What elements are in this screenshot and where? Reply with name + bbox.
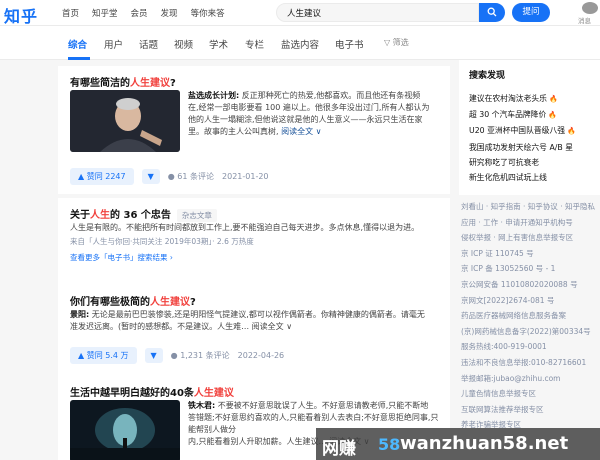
hot-search-item[interactable]: 新生化危机四试玩上线	[469, 170, 590, 185]
footer-link[interactable]: 药品医疗器械网络信息服务备案	[461, 308, 598, 324]
comments-link[interactable]: ● 1,231 条评论	[171, 350, 230, 361]
downvote-button[interactable]: ▼	[141, 169, 160, 184]
tab-videos[interactable]: 视频	[174, 37, 193, 51]
nav-zhihutang[interactable]: 知乎堂	[92, 7, 118, 19]
result-thumbnail[interactable]	[70, 90, 180, 152]
nav-waiting-answers[interactable]: 等你来答	[191, 7, 225, 19]
result-date: 2022-04-26	[237, 351, 285, 360]
hot-fire-icon: 🔥	[567, 127, 576, 136]
footer-link[interactable]: 应用 · 工作 · 申请开通知乎机构号	[461, 215, 598, 231]
top-nav: 首页 知乎堂 会员 发现 等你来答	[62, 7, 225, 19]
comments-link[interactable]: ● 61 条评论	[168, 171, 214, 182]
zhihu-logo[interactable]: 知乎	[4, 3, 38, 27]
footer-link[interactable]: 侵权举报 · 网上有害信息举报专区	[461, 230, 598, 246]
upvote-button[interactable]: ▲ 赞同 2247	[70, 168, 134, 185]
search-input[interactable]: 人生建议	[276, 3, 479, 22]
tab-academic[interactable]: 学术	[209, 37, 228, 51]
watermark-cn: 网赚	[322, 439, 356, 459]
site-footer-links: 刘看山 · 知乎指南 · 知乎协议 · 知乎隐私 应用 · 工作 · 申请开通知…	[459, 197, 600, 435]
filter-button[interactable]: ▽ 筛选	[384, 37, 409, 48]
hot-search-item[interactable]: 研究称吃了可抗衰老	[469, 155, 590, 170]
nav-discover[interactable]: 发现	[161, 7, 178, 19]
magazine-tag: 杂志文章	[176, 209, 217, 222]
footer-link[interactable]: 京网文[2022]2674-081 号	[461, 293, 598, 309]
result-source: 来自「人生与你回·共同关注 2019年03期」· 2.6 万热度	[70, 237, 254, 246]
filter-label: 筛选	[392, 38, 409, 47]
watermark-number: 58	[378, 435, 401, 454]
tab-all[interactable]: 综合	[68, 37, 87, 51]
result-excerpt: 景阳: 无论是最前巴巴装惨装,还是明阳怪气提建议,都可以视作偶箭者。你精神健康的…	[70, 310, 425, 331]
result-excerpt: 盐选成长计划: 反正那种死亡的热爱,他都喜欢。而且他还有条视频 在,经常一部电影…	[188, 91, 430, 136]
nav-vip[interactable]: 会员	[131, 7, 148, 19]
upvote-button[interactable]: ▲ 赞同 5.4 万	[70, 347, 137, 364]
read-more-link[interactable]: 阅读全文 ∨	[281, 127, 321, 136]
filter-icon: ▽	[384, 38, 393, 47]
ask-question-button[interactable]: 提问	[512, 3, 550, 22]
footer-link[interactable]: 违法和不良信息举报:010-82716601	[461, 355, 598, 371]
hot-search-item[interactable]: U20 亚洲杯中国队晋级八强 🔥	[469, 123, 590, 139]
result-actions: ▲ 赞同 5.4 万 ▼ ● 1,231 条评论 2022-04-26	[70, 347, 284, 364]
search-discover-title: 搜索发现	[469, 71, 506, 81]
nav-home[interactable]: 首页	[62, 7, 79, 19]
site-watermark: 网赚 58 wanzhuan58.net	[316, 428, 600, 460]
tab-users[interactable]: 用户	[104, 37, 123, 51]
messages-button[interactable]: 消息	[578, 2, 600, 25]
footer-link[interactable]: 服务热线:400-919-0001	[461, 339, 598, 355]
hot-search-item[interactable]: 超 30 个汽车品牌降价 🔥	[469, 107, 590, 123]
result-title[interactable]: 关于人生的 36 个忠告 杂志文章	[70, 206, 438, 222]
result-thumbnail[interactable]	[70, 400, 180, 460]
search-icon	[487, 7, 497, 17]
downvote-button[interactable]: ▼	[144, 348, 163, 363]
watermark-domain: wanzhuan58.net	[400, 433, 569, 454]
search-discover-panel: 搜索发现 建议在农村淘汰老头乐 🔥 超 30 个汽车品牌降价 🔥 U20 亚洲杯中国…	[459, 60, 600, 195]
result-title[interactable]: 生活中越早明白越好的40条人生建议	[70, 384, 438, 399]
result-date: 2021-01-20	[222, 172, 269, 181]
search-results: 有哪些简洁的人生建议? 盐选成长计划: 反正那种死亡的热爱,他都喜欢。而且他还有…	[58, 60, 450, 460]
result-actions: ▲ 赞同 2247 ▼ ● 61 条评论 2021-01-20	[70, 168, 269, 185]
result-title[interactable]: 有哪些简洁的人生建议?	[70, 74, 438, 89]
tab-columns[interactable]: 专栏	[245, 37, 264, 51]
footer-link[interactable]: 京公网安备 11010802020088 号	[461, 277, 598, 293]
sidebar: 搜索发现 建议在农村淘汰老头乐 🔥 超 30 个汽车品牌降价 🔥 U20 亚洲杯中国…	[459, 60, 600, 460]
hot-fire-icon: 🔥	[548, 95, 558, 103]
footer-link[interactable]: 京 ICP 备 13052560 号 - 1	[461, 261, 598, 277]
avatar-caption: 消息	[578, 17, 591, 25]
search-tabs: 综合 用户 话题 视频 学术 专栏 盐选内容 电子书 ▽ 筛选	[0, 26, 600, 60]
result-title[interactable]: 你们有哪些极简的人生建议?	[70, 293, 438, 308]
hot-search-item[interactable]: 我国成功发射天绘六号 A/B 星	[469, 140, 590, 155]
avatar	[582, 2, 598, 14]
hot-fire-icon: 🔥	[548, 111, 557, 120]
tab-ebooks[interactable]: 电子书	[335, 37, 364, 51]
footer-link[interactable]: (京)网药械信息备字(2022)第00334号	[461, 324, 598, 340]
tab-topics[interactable]: 话题	[139, 37, 158, 51]
tab-salt-content[interactable]: 盐选内容	[281, 37, 319, 51]
hot-search-item[interactable]: 建议在农村淘汰老头乐 🔥	[469, 91, 590, 107]
result-excerpt: 人生是有限的。不能把所有时间都放到工作上,要不能强迫自己每天进步。多点休息,懂得…	[70, 223, 420, 232]
result-card: 有哪些简洁的人生建议? 盐选成长计划: 反正那种死亡的热爱,他都喜欢。而且他还有…	[58, 66, 450, 194]
more-ebooks-link[interactable]: 查看更多「电子书」搜索结果 ›	[70, 252, 173, 263]
footer-link[interactable]: 刘看山 · 知乎指南 · 知乎协议 · 知乎隐私	[461, 199, 598, 215]
search-button[interactable]	[479, 3, 505, 22]
top-header: 知乎 首页 知乎堂 会员 发现 等你来答 人生建议 提问 消息	[0, 0, 600, 26]
footer-link[interactable]: 儿童色情信息举报专区	[461, 386, 598, 402]
footer-link[interactable]: 互联网算法推荐举报专区	[461, 402, 598, 418]
footer-link[interactable]: 举报邮箱:jubao@zhihu.com	[461, 371, 598, 387]
footer-link[interactable]: 京 ICP 证 110745 号	[461, 246, 598, 262]
